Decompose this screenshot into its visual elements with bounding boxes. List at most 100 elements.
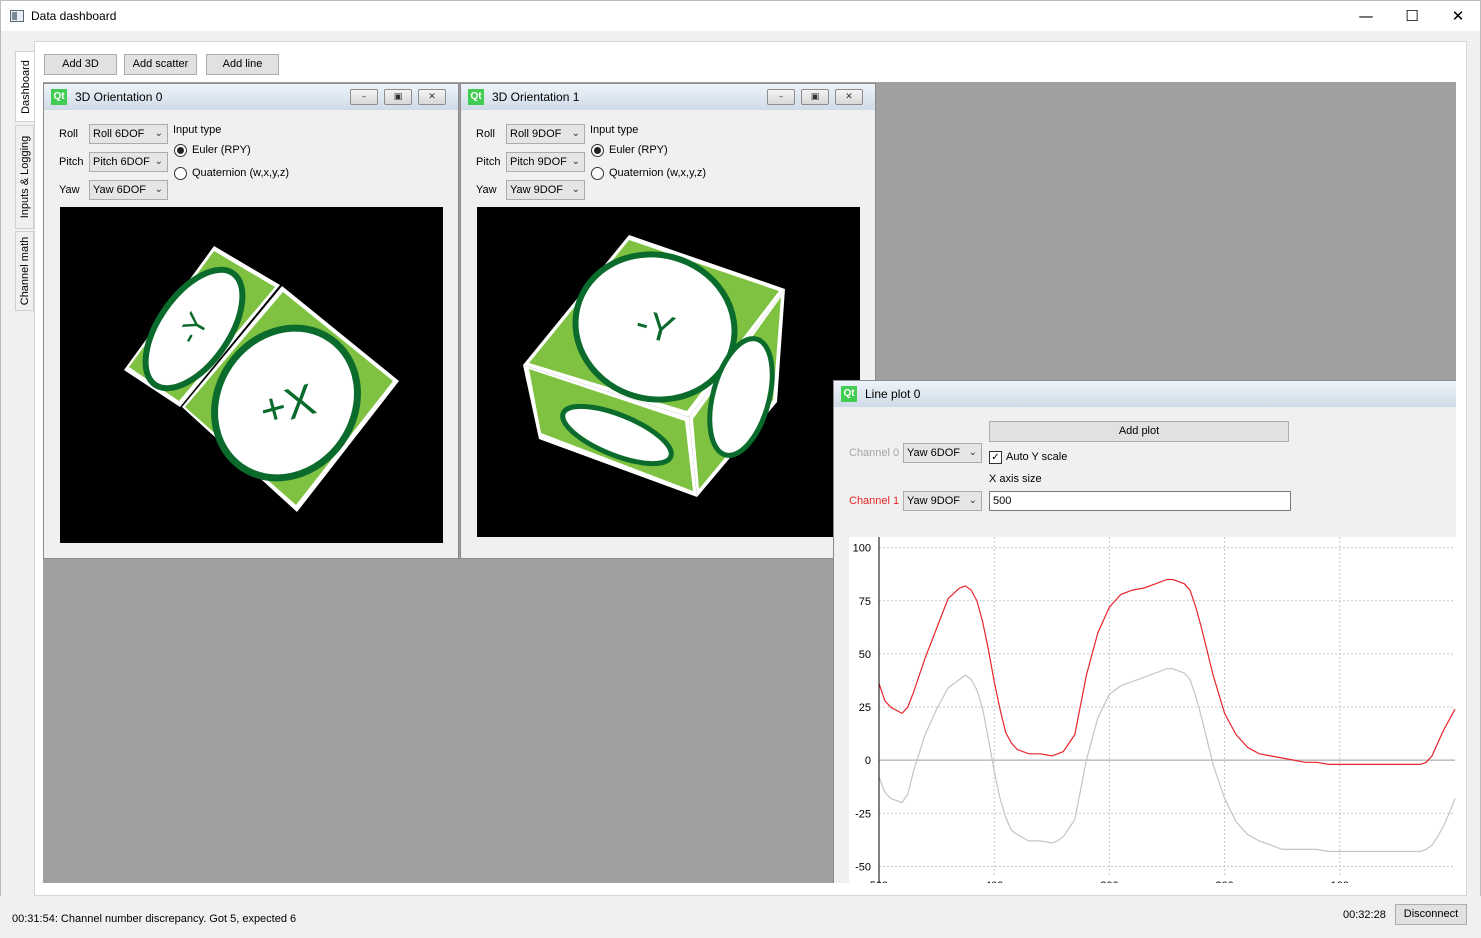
tab-dashboard-label: Dashboard (19, 59, 32, 114)
roll-select-value: Roll 9DOF (510, 128, 562, 140)
orientation-cube: -Y +X (124, 246, 399, 512)
y-tick-label: 0 (865, 755, 871, 767)
yaw-select[interactable]: Yaw 9DOF ⌄ (506, 180, 585, 200)
chevron-down-icon: ⌄ (154, 156, 163, 167)
quaternion-label: Quaternion (w,x,y,z) (192, 167, 289, 179)
x-tick-label: 400 (985, 880, 1003, 883)
roll-label: Roll (59, 128, 78, 140)
roll-label: Roll (476, 128, 495, 140)
qt-logo-icon: Qt (468, 89, 484, 105)
chevron-down-icon: ⌄ (571, 184, 580, 195)
chevron-down-icon: ⌄ (571, 156, 580, 167)
roll-select[interactable]: Roll 6DOF ⌄ (89, 124, 168, 144)
add-line-button[interactable]: Add line (206, 54, 279, 75)
add-plot-button[interactable]: Add plot (989, 421, 1289, 442)
status-bar: 00:31:54: Channel number discrepancy. Go… (0, 896, 1481, 938)
yaw-select[interactable]: Yaw 6DOF ⌄ (89, 180, 168, 200)
plot-background (849, 537, 1456, 883)
close-button[interactable]: ✕ (1435, 1, 1481, 31)
subwindow-restore-button[interactable]: ▣ (801, 89, 829, 105)
app-window-icon (10, 10, 24, 22)
subwindow-titlebar[interactable]: Qt 3D Orientation 0 – ▣ ✕ (44, 84, 458, 110)
qt-logo-icon: Qt (51, 89, 67, 105)
quaternion-radio[interactable] (174, 167, 187, 180)
x-tick-label: 300 (1100, 880, 1118, 883)
chevron-down-icon: ⌄ (968, 447, 977, 458)
orientation-window-1: Qt 3D Orientation 1 – ▣ ✕ Roll Roll 9DOF… (460, 83, 876, 559)
auto-y-scale-label: Auto Y scale (1006, 451, 1068, 463)
roll-select-value: Roll 6DOF (93, 128, 145, 140)
add-scatter-button[interactable]: Add scatter (124, 54, 197, 75)
maximize-button[interactable]: ☐ (1389, 1, 1435, 31)
chevron-down-icon: ⌄ (571, 128, 580, 139)
channel-1-value: Yaw 9DOF (907, 495, 960, 507)
disconnect-button[interactable]: Disconnect (1395, 904, 1467, 925)
yaw-select-value: Yaw 6DOF (93, 184, 146, 196)
pitch-select[interactable]: Pitch 9DOF ⌄ (506, 152, 585, 172)
qt-logo-icon: Qt (841, 386, 857, 402)
pitch-label: Pitch (59, 156, 84, 168)
line-plot-chart[interactable]: 1007550250-25-50 500400300200100 (849, 537, 1456, 883)
y-tick-label: 75 (859, 596, 871, 608)
subwindow-close-button[interactable]: ✕ (418, 89, 446, 105)
channel-1-label: Channel 1 (849, 495, 900, 507)
window-title: Data dashboard (31, 9, 117, 23)
yaw-label: Yaw (476, 184, 497, 196)
mdi-workspace: Qt 3D Orientation 0 – ▣ ✕ Roll Roll 6DOF… (43, 82, 1456, 883)
yaw-select-value: Yaw 9DOF (510, 184, 563, 196)
tab-channel-math[interactable]: Channel math (15, 231, 34, 311)
status-clock: 00:32:28 (1343, 909, 1386, 921)
y-tick-label: 50 (859, 649, 871, 661)
y-tick-label: -25 (855, 808, 871, 820)
subwindow-title: 3D Orientation 0 (75, 90, 163, 104)
x-axis-size-label: X axis size (989, 473, 1042, 485)
subwindow-restore-button[interactable]: ▣ (384, 89, 412, 105)
add-3d-button[interactable]: Add 3D (44, 54, 117, 75)
subwindow-titlebar[interactable]: Qt Line plot 0 (834, 381, 1456, 407)
subwindow-close-button[interactable]: ✕ (835, 89, 863, 105)
pitch-select-value: Pitch 6DOF (93, 156, 150, 168)
tab-channel-math-label: Channel math (18, 236, 31, 306)
line-plot-window: Qt Line plot 0 Channel 0 Yaw 6DOF ⌄ Chann… (833, 380, 1456, 883)
subwindow-minimize-button[interactable]: – (350, 89, 378, 105)
pitch-label: Pitch (476, 156, 501, 168)
input-type-label: Input type (173, 124, 222, 136)
subwindow-minimize-button[interactable]: – (767, 89, 795, 105)
3d-view[interactable]: -Y (477, 207, 860, 537)
euler-label: Euler (RPY) (192, 144, 251, 156)
yaw-label: Yaw (59, 184, 80, 196)
chevron-down-icon: ⌄ (968, 495, 977, 506)
tab-inputs-logging-label: Inputs & Logging (18, 135, 31, 219)
subwindow-title: Line plot 0 (865, 387, 921, 401)
channel-0-select[interactable]: Yaw 6DOF ⌄ (903, 443, 982, 463)
window-titlebar: Data dashboard — ☐ ✕ (0, 0, 1481, 31)
pitch-select[interactable]: Pitch 6DOF ⌄ (89, 152, 168, 172)
auto-y-scale-checkbox[interactable]: ✓ (989, 451, 1002, 464)
euler-label: Euler (RPY) (609, 144, 668, 156)
y-tick-label: 25 (859, 702, 871, 714)
y-tick-label: 100 (853, 543, 871, 555)
x-axis-size-input[interactable]: 500 (989, 491, 1291, 511)
channel-1-select[interactable]: Yaw 9DOF ⌄ (903, 491, 982, 511)
subwindow-title: 3D Orientation 1 (492, 90, 580, 104)
channel-0-label: Channel 0 (849, 447, 900, 459)
quaternion-label: Quaternion (w,x,y,z) (609, 167, 706, 179)
quaternion-radio[interactable] (591, 167, 604, 180)
tab-dashboard[interactable]: Dashboard (15, 51, 35, 122)
y-tick-label: -50 (855, 861, 871, 873)
status-message: 00:31:54: Channel number discrepancy. Go… (12, 913, 297, 925)
euler-radio[interactable] (174, 144, 187, 157)
euler-radio[interactable] (591, 144, 604, 157)
3d-view[interactable]: -Y +X (60, 207, 443, 543)
orientation-window-0: Qt 3D Orientation 0 – ▣ ✕ Roll Roll 6DOF… (43, 83, 459, 559)
x-tick-label: 200 (1215, 880, 1233, 883)
pitch-select-value: Pitch 9DOF (510, 156, 567, 168)
roll-select[interactable]: Roll 9DOF ⌄ (506, 124, 585, 144)
chevron-down-icon: ⌄ (154, 184, 163, 195)
tab-inputs-logging[interactable]: Inputs & Logging (15, 125, 34, 229)
minimize-button[interactable]: — (1343, 1, 1389, 31)
chevron-down-icon: ⌄ (154, 128, 163, 139)
input-type-label: Input type (590, 124, 639, 136)
orientation-cube: -Y (523, 235, 785, 497)
subwindow-titlebar[interactable]: Qt 3D Orientation 1 – ▣ ✕ (461, 84, 875, 110)
